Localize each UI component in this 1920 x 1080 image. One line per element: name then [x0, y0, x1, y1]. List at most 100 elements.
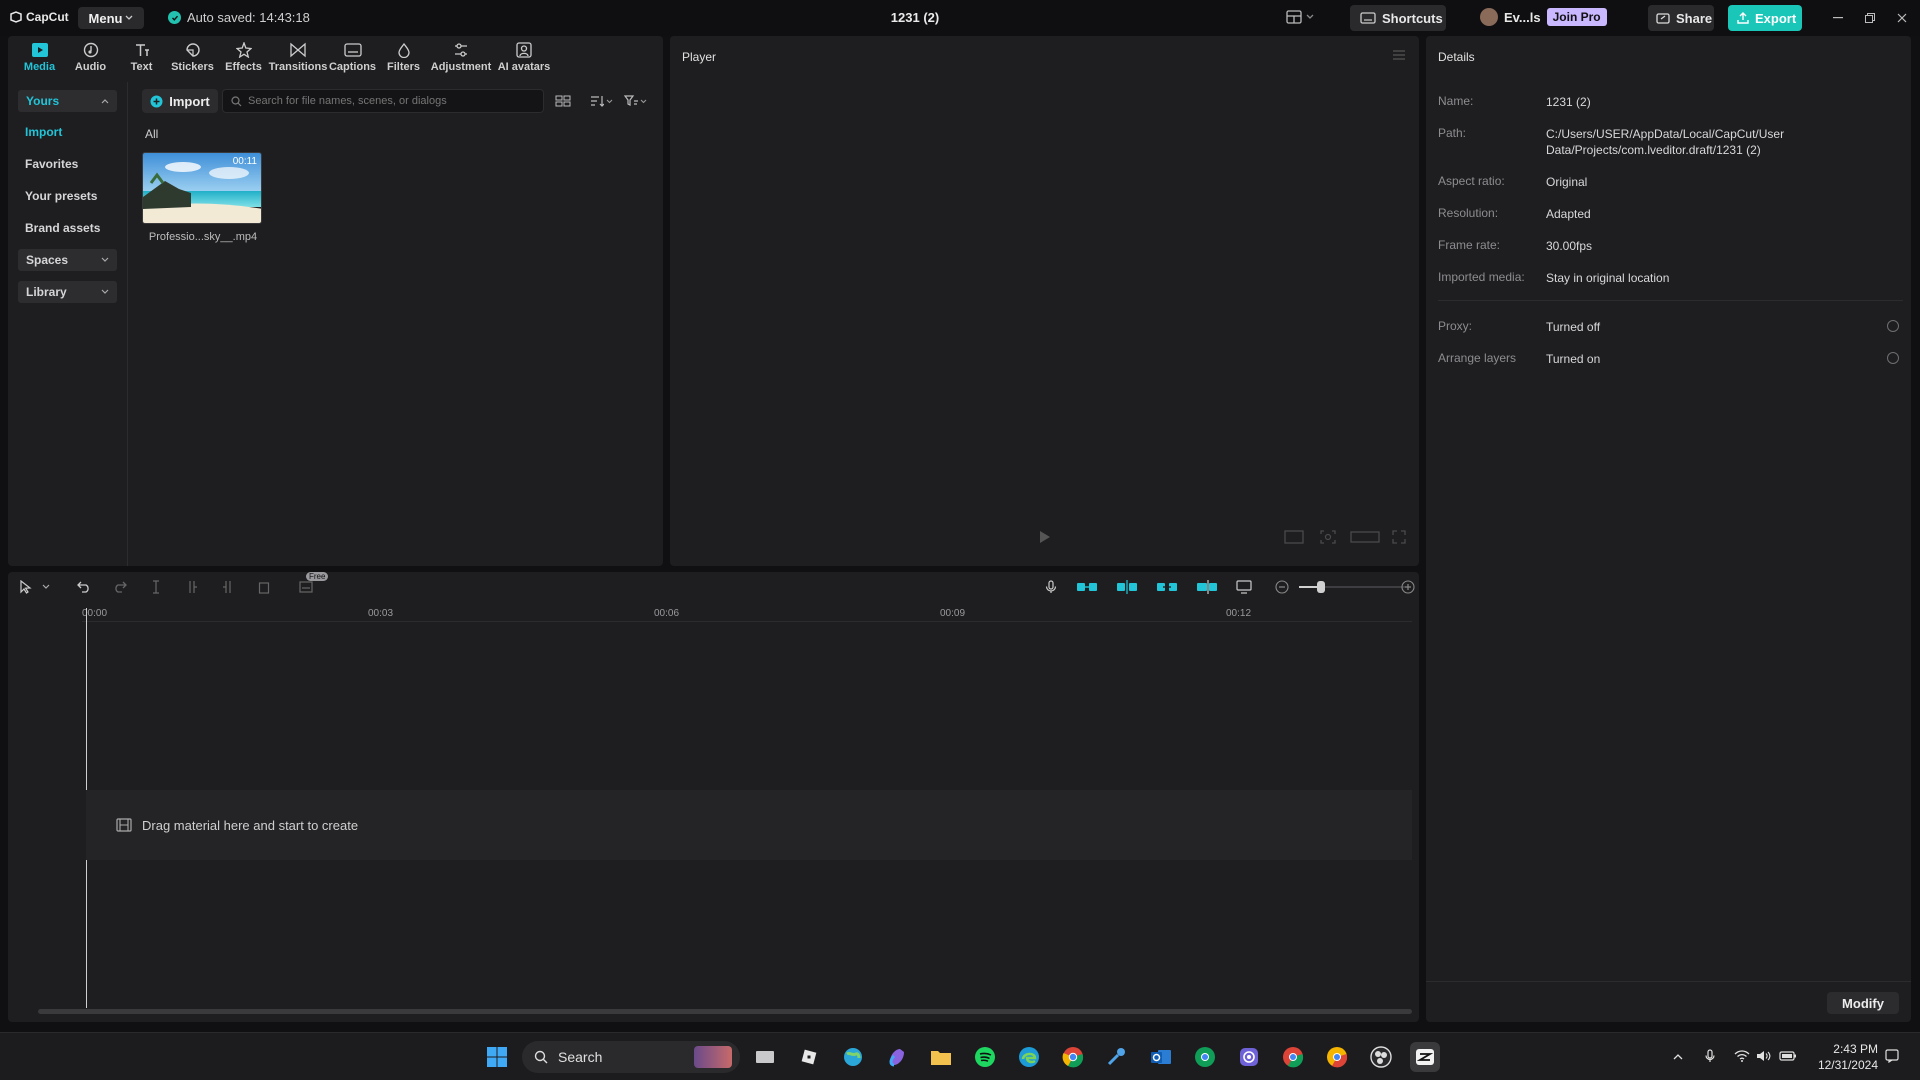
wifi-button[interactable]: [1734, 1048, 1750, 1064]
microphone-tray-button[interactable]: [1702, 1048, 1718, 1064]
taskbar-app-steam[interactable]: [1102, 1042, 1132, 1072]
split-button[interactable]: [148, 579, 164, 595]
menu-button[interactable]: Menu: [78, 7, 144, 29]
sidebar-item-import[interactable]: Import: [18, 116, 117, 148]
zoom-slider[interactable]: [1299, 581, 1405, 593]
trim-right-icon: [222, 580, 234, 594]
undo-button[interactable]: [76, 579, 92, 595]
tab-effects[interactable]: Effects: [218, 36, 269, 78]
display-button[interactable]: [1350, 531, 1380, 543]
show-hidden-icons-button[interactable]: [1670, 1048, 1686, 1064]
screenshot-button[interactable]: [1320, 530, 1336, 544]
player-menu-button[interactable]: [1393, 50, 1405, 60]
main-track-magnet-button[interactable]: [1076, 579, 1098, 595]
sidebar-item-brand-assets[interactable]: Brand assets: [18, 212, 117, 244]
system-clock[interactable]: 2:43 PM 12/31/2024: [1818, 1041, 1878, 1073]
task-view-button[interactable]: [750, 1042, 780, 1072]
grid-view-button[interactable]: [555, 91, 571, 111]
sort-button[interactable]: [590, 91, 613, 111]
zoom-in-button[interactable]: [1400, 579, 1416, 595]
tab-transitions[interactable]: Transitions: [269, 36, 327, 78]
timeline-scrollbar[interactable]: [38, 1009, 1412, 1014]
keyboard-icon: [1360, 12, 1376, 24]
taskbar-app-obs[interactable]: [1366, 1042, 1396, 1072]
tab-adjustment[interactable]: Adjustment: [429, 36, 493, 78]
notifications-button[interactable]: [1884, 1048, 1900, 1064]
tab-stickers[interactable]: Stickers: [167, 36, 218, 78]
taskbar-app-edge[interactable]: [1014, 1042, 1044, 1072]
taskbar-app-outlook[interactable]: [1146, 1042, 1176, 1072]
import-button[interactable]: Import: [142, 89, 218, 113]
sidebar-section-spaces[interactable]: Spaces: [18, 249, 117, 271]
taskbar-app-capcut[interactable]: [1410, 1042, 1440, 1072]
auto-caption-button[interactable]: [298, 579, 314, 595]
tab-audio[interactable]: Audio: [65, 36, 116, 78]
battery-button[interactable]: [1779, 1048, 1796, 1064]
join-pro-button[interactable]: Join Pro: [1546, 8, 1607, 26]
delete-button[interactable]: [256, 579, 272, 595]
sidebar-item-label: Your presets: [25, 189, 98, 203]
copilot-icon: [886, 1046, 908, 1068]
sidebar-item-your-presets[interactable]: Your presets: [18, 180, 117, 212]
tab-ai-avatars[interactable]: AI avatars: [493, 36, 555, 78]
fullscreen-button[interactable]: [1392, 530, 1406, 544]
shortcuts-button[interactable]: Shortcuts: [1350, 5, 1446, 31]
tab-text[interactable]: Text: [116, 36, 167, 78]
restore-button[interactable]: [1860, 8, 1880, 28]
redo-button[interactable]: [112, 579, 128, 595]
sidebar-section-yours[interactable]: Yours: [18, 90, 117, 112]
select-mode-dropdown[interactable]: [38, 579, 54, 595]
delete-left-button[interactable]: [184, 579, 200, 595]
modify-button[interactable]: Modify: [1827, 992, 1899, 1014]
video-thumbnail[interactable]: 00:11: [142, 152, 262, 224]
taskbar-search[interactable]: Search: [522, 1041, 740, 1073]
taskbar-app-chrome-2[interactable]: [1278, 1042, 1308, 1072]
close-button[interactable]: [1892, 8, 1912, 28]
tab-filters[interactable]: Filters: [378, 36, 429, 78]
taskbar-app-copilot[interactable]: [882, 1042, 912, 1072]
zoom-slider-handle[interactable]: [1317, 581, 1325, 593]
project-title: 1231 (2): [890, 10, 940, 25]
info-icon[interactable]: [1887, 320, 1899, 332]
taskbar-app-chrome-profile[interactable]: [1190, 1042, 1220, 1072]
taskbar-app-spotify[interactable]: [970, 1042, 1000, 1072]
ratio-button[interactable]: [1284, 530, 1304, 544]
minimize-button[interactable]: [1828, 8, 1848, 28]
record-voiceover-button[interactable]: [1043, 579, 1059, 595]
zoom-out-button[interactable]: [1274, 579, 1290, 595]
auto-snap-button[interactable]: [1116, 579, 1138, 595]
delete-right-button[interactable]: [220, 579, 236, 595]
volume-button[interactable]: [1756, 1048, 1772, 1064]
adjustment-icon: [451, 41, 471, 59]
sidebar-section-library[interactable]: Library: [18, 281, 117, 303]
taskbar-app-chrome-3[interactable]: [1322, 1042, 1352, 1072]
user-account[interactable]: Ev...ls Join Pro: [1480, 8, 1607, 26]
sidebar-item-favorites[interactable]: Favorites: [18, 148, 117, 180]
sticker-icon: [183, 41, 203, 59]
media-search-input[interactable]: [248, 95, 528, 107]
media-search[interactable]: [222, 89, 544, 113]
tab-media[interactable]: Media: [14, 36, 65, 78]
media-item[interactable]: 00:11 Professio...sky__.mp4: [142, 152, 264, 243]
linkage-button[interactable]: [1156, 579, 1178, 595]
share-button[interactable]: Share: [1648, 5, 1714, 31]
filter-all-tab[interactable]: All: [145, 127, 158, 141]
taskbar-app-roblox[interactable]: [794, 1042, 824, 1072]
taskbar-app-file-explorer[interactable]: [926, 1042, 956, 1072]
taskbar-app-discord[interactable]: [1234, 1042, 1264, 1072]
timeline-drop-zone[interactable]: Drag material here and start to create: [86, 790, 1412, 860]
caption-toggle-button[interactable]: [1236, 579, 1252, 595]
layout-button[interactable]: [1286, 10, 1314, 24]
preview-axis-button[interactable]: [1196, 579, 1218, 595]
tab-captions[interactable]: Captions: [327, 36, 378, 78]
select-tool-button[interactable]: [18, 579, 34, 595]
taskbar-app-chrome[interactable]: [1058, 1042, 1088, 1072]
export-button[interactable]: Export: [1728, 5, 1802, 31]
timeline-ruler[interactable]: 00:00 00:03 00:06 00:09 00:12: [82, 602, 1412, 622]
filter-button[interactable]: [624, 91, 647, 111]
info-icon[interactable]: [1887, 352, 1899, 364]
microphone-icon: [1045, 580, 1057, 594]
play-button[interactable]: [1039, 530, 1051, 544]
taskbar-app-globe[interactable]: [838, 1042, 868, 1072]
start-button[interactable]: [482, 1042, 512, 1072]
